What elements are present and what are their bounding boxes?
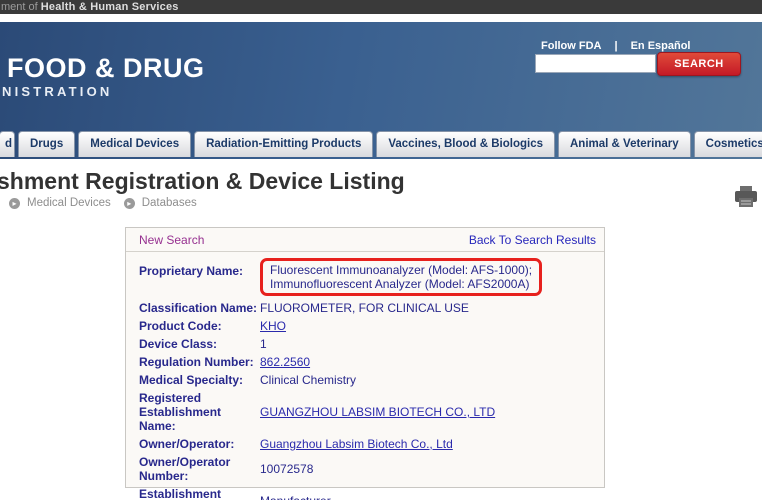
panel-header-row: New Search Back To Search Results [126, 228, 604, 252]
fda-header: FOOD & DRUG NISTRATION Follow FDA | En E… [0, 22, 762, 159]
tab-vaccines-blood-biologics[interactable]: Vaccines, Blood & Biologics [376, 131, 555, 157]
highlight-box: Fluorescent Immunoanalyzer (Model: AFS-1… [260, 258, 542, 296]
field-value: Manufacturer [260, 485, 591, 500]
field-label: Medical Specialty: [139, 371, 260, 389]
field-label: Proprietary Name: [139, 255, 260, 299]
table-row: Regulation Number: 862.2560 [139, 353, 591, 371]
hhs-top-bar: ment of Health & Human Services [0, 0, 762, 14]
breadcrumb-arrow-icon: ▸ [9, 198, 20, 209]
device-detail-table: Proprietary Name: Fluorescent Immunoanal… [139, 255, 591, 500]
hhs-text-prefix: ment of [1, 1, 41, 13]
tab-cosmetics[interactable]: Cosmetics [694, 131, 762, 157]
fda-logo-line1[interactable]: FOOD & DRUG [7, 55, 205, 82]
field-label: Regulation Number: [139, 353, 260, 371]
breadcrumb-databases[interactable]: Databases [142, 197, 197, 209]
field-label: Registered Establishment Name: [139, 389, 260, 435]
search-input[interactable] [535, 54, 656, 73]
field-label: Owner/Operator Number: [139, 453, 260, 485]
table-row: Classification Name: FLUOROMETER, FOR CL… [139, 299, 591, 317]
table-row: Proprietary Name: Fluorescent Immunoanal… [139, 255, 591, 299]
breadcrumb-medical-devices[interactable]: Medical Devices [27, 197, 111, 209]
field-label: Classification Name: [139, 299, 260, 317]
proprietary-name-line1: Fluorescent Immunoanalyzer (Model: AFS-1… [270, 263, 532, 277]
field-label: Owner/Operator: [139, 435, 260, 453]
table-row: Medical Specialty: Clinical Chemistry [139, 371, 591, 389]
field-label: Establishment Operations: [139, 485, 260, 500]
table-row: Owner/Operator Number: 10072578 [139, 453, 591, 485]
follow-fda-link[interactable]: Follow FDA [541, 40, 602, 52]
table-row: Owner/Operator: Guangzhou Labsim Biotech… [139, 435, 591, 453]
field-value: Clinical Chemistry [260, 371, 591, 389]
field-value: 10072578 [260, 453, 591, 485]
product-code-link[interactable]: KHO [260, 319, 286, 333]
tab-drugs[interactable]: Drugs [18, 131, 75, 157]
fda-logo-line2[interactable]: NISTRATION [2, 85, 112, 98]
table-row: Product Code: KHO [139, 317, 591, 335]
header-links: Follow FDA | En Español [541, 40, 690, 52]
field-label: Device Class: [139, 335, 260, 353]
tab-animal-veterinary[interactable]: Animal & Veterinary [558, 131, 691, 157]
page-title: shment Registration & Device Listing [0, 168, 405, 195]
breadcrumb-arrow-icon: ▸ [124, 198, 135, 209]
regulation-number-link[interactable]: 862.2560 [260, 355, 310, 369]
device-detail-panel: New Search Back To Search Results Propri… [125, 227, 605, 488]
print-icon[interactable] [734, 186, 758, 208]
table-row: Registered Establishment Name: GUANGZHOU… [139, 389, 591, 435]
proprietary-name-line2: Immunofluorescent Analyzer (Model: AFS20… [270, 277, 532, 291]
tab-medical-devices[interactable]: Medical Devices [78, 131, 191, 157]
new-search-link[interactable]: New Search [139, 233, 204, 247]
field-label: Product Code: [139, 317, 260, 335]
en-espanol-link[interactable]: En Español [631, 40, 691, 52]
tab-radiation-emitting-products[interactable]: Radiation-Emitting Products [194, 131, 373, 157]
link-separator: | [615, 40, 618, 52]
table-row: Establishment Operations: Manufacturer [139, 485, 591, 500]
main-nav: d Drugs Medical Devices Radiation-Emitti… [0, 130, 762, 159]
table-row: Device Class: 1 [139, 335, 591, 353]
field-value: FLUOROMETER, FOR CLINICAL USE [260, 299, 591, 317]
tab-food-partial[interactable]: d [0, 131, 15, 157]
search-button[interactable]: SEARCH [657, 52, 741, 76]
field-value: 1 [260, 335, 591, 353]
registered-establishment-link[interactable]: GUANGZHOU LABSIM BIOTECH CO., LTD [260, 405, 495, 419]
breadcrumb: ▸ Medical Devices ▸ Databases [9, 197, 203, 209]
back-to-search-results-link[interactable]: Back To Search Results [469, 233, 596, 247]
hhs-link[interactable]: Health & Human Services [41, 1, 179, 13]
owner-operator-link[interactable]: Guangzhou Labsim Biotech Co., Ltd [260, 437, 453, 451]
